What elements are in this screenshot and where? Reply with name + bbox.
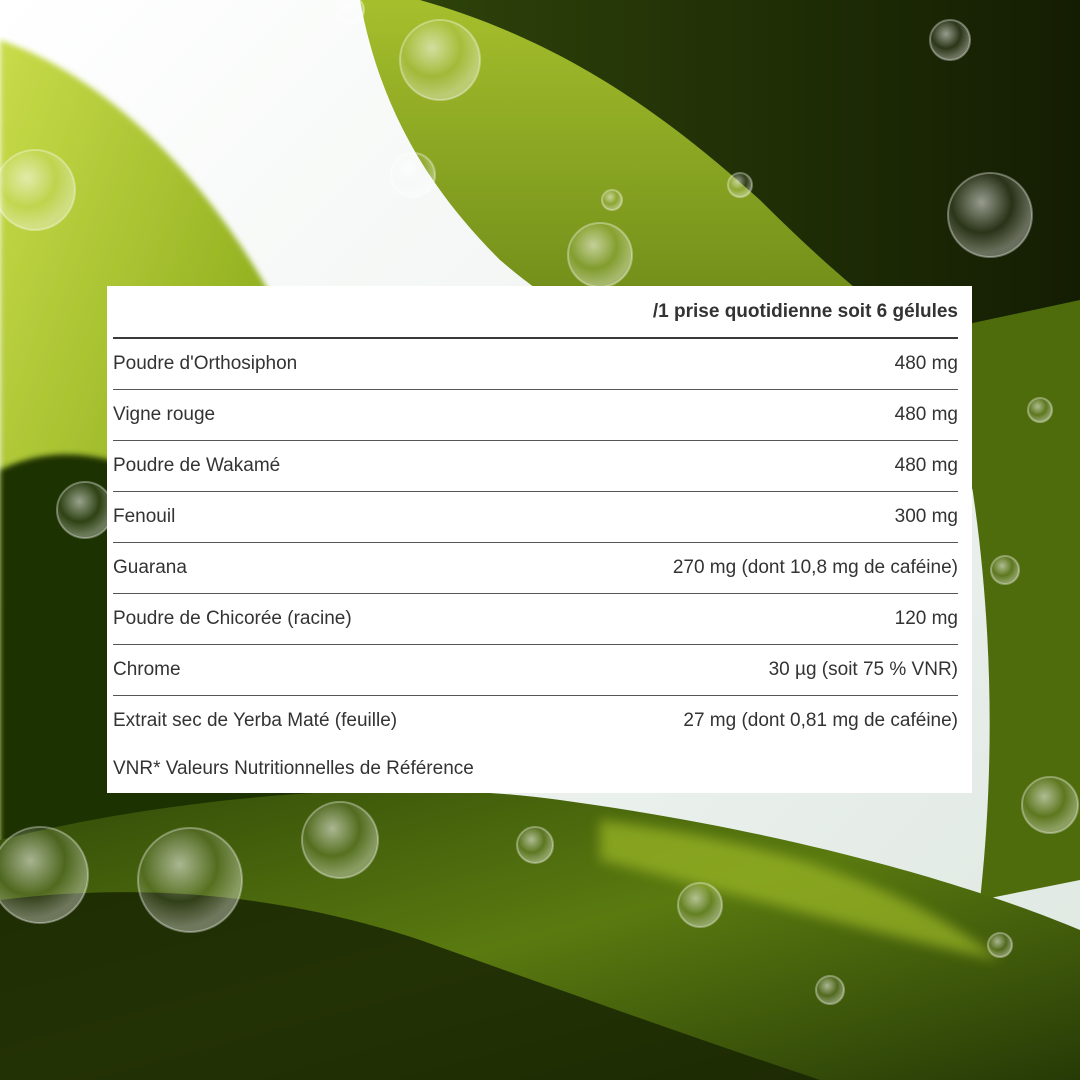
ingredient-amount: 480 mg	[894, 455, 958, 476]
table-row: Chrome 30 µg (soit 75 % VNR)	[113, 645, 958, 696]
ingredient-name: Chrome	[113, 659, 181, 680]
table-row: Poudre d'Orthosiphon 480 mg	[113, 339, 958, 390]
table-row: Poudre de Wakamé 480 mg	[113, 441, 958, 492]
footnote-text: VNR* Valeurs Nutritionnelles de Référenc…	[113, 758, 474, 779]
ingredient-amount: 480 mg	[894, 353, 958, 374]
ingredient-name: Fenouil	[113, 506, 176, 527]
table-row: Vigne rouge 480 mg	[113, 390, 958, 441]
ingredient-amount: 270 mg (dont 10,8 mg de caféine)	[672, 557, 958, 578]
ingredient-name: Guarana	[113, 557, 187, 578]
table-row: Guarana 270 mg (dont 10,8 mg de caféine)	[113, 543, 958, 594]
table-row: Fenouil 300 mg	[113, 492, 958, 543]
table-row: Extrait sec de Yerba Maté (feuille) 27 m…	[113, 696, 958, 746]
ingredient-amount: 27 mg (dont 0,81 mg de caféine)	[683, 710, 958, 731]
ingredient-name: Poudre de Wakamé	[113, 455, 281, 476]
ingredient-amount: 120 mg	[894, 608, 958, 629]
table-row: Poudre de Chicorée (racine) 120 mg	[113, 594, 958, 645]
nutrition-table: /1 prise quotidienne soit 6 gélules Poud…	[107, 286, 972, 793]
ingredient-name: Extrait sec de Yerba Maté (feuille)	[113, 710, 398, 731]
ingredient-name: Vigne rouge	[113, 404, 216, 425]
ingredient-amount: 300 mg	[894, 506, 958, 527]
footnote: VNR* Valeurs Nutritionnelles de Référenc…	[113, 746, 958, 792]
table-header: /1 prise quotidienne soit 6 gélules	[113, 286, 958, 339]
table-header-label: /1 prise quotidienne soit 6 gélules	[652, 300, 958, 322]
ingredient-name: Poudre d'Orthosiphon	[113, 353, 298, 374]
ingredient-amount: 30 µg (soit 75 % VNR)	[768, 659, 958, 680]
ingredient-name: Poudre de Chicorée (racine)	[113, 608, 352, 629]
ingredient-amount: 480 mg	[894, 404, 958, 425]
